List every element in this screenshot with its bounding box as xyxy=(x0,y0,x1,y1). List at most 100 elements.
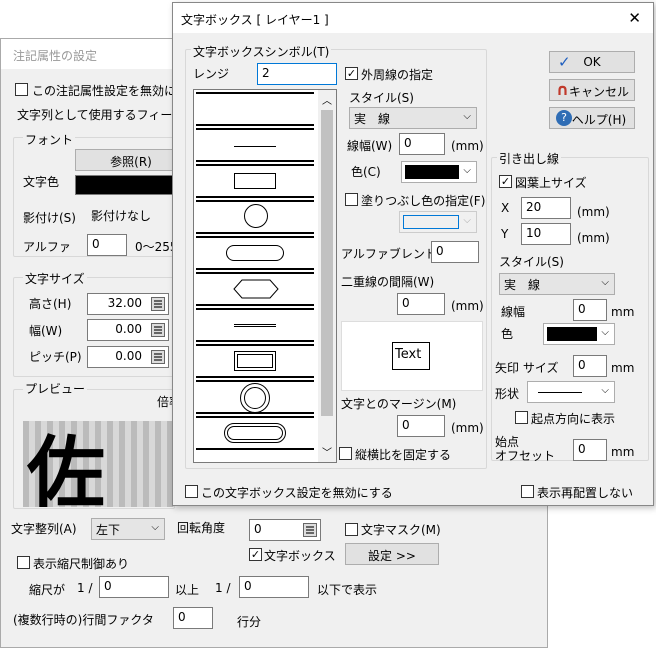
calculator-icon[interactable] xyxy=(151,297,165,311)
start-direction-checkbox[interactable] xyxy=(515,411,528,424)
alpha-blend-input[interactable]: 0 xyxy=(431,241,479,263)
symbol-item[interactable] xyxy=(196,92,314,126)
text-color-swatch[interactable] xyxy=(75,175,175,195)
align-label: 文字整列(A) xyxy=(11,522,77,536)
preview-sample: Text xyxy=(392,342,430,370)
fill-checkbox[interactable] xyxy=(345,193,358,206)
color-swatch xyxy=(403,215,459,229)
calculator-icon[interactable] xyxy=(303,523,317,537)
scale-max-input[interactable]: 0 xyxy=(239,576,309,598)
fix-ratio-label: 縦横比を固定する xyxy=(355,448,452,462)
chevron-down-icon: ⌵ xyxy=(463,215,471,226)
range-label: レンジ xyxy=(193,67,230,81)
map-size-checkbox[interactable]: ✓ xyxy=(499,175,512,188)
y-label: Y xyxy=(501,227,509,241)
outline-checkbox[interactable]: ✓ xyxy=(345,67,358,80)
symbol-list-scrollbar[interactable]: ︿ ﹀ xyxy=(318,90,336,462)
width-label: 幅(W) xyxy=(29,324,63,338)
calculator-icon[interactable] xyxy=(151,323,165,337)
symbol-item[interactable] xyxy=(196,344,314,378)
symbol-list[interactable]: ︿ ﹀ xyxy=(193,89,337,463)
chevron-down-icon: ⌵ xyxy=(601,385,609,396)
cancel-button[interactable]: ∩ キャンセル xyxy=(549,79,635,101)
align-select[interactable]: 左下 ⌵ xyxy=(91,518,165,540)
fix-ratio-checkbox[interactable] xyxy=(339,447,352,460)
disable-box-checkbox[interactable] xyxy=(185,485,198,498)
shape-label: 形状 xyxy=(495,387,520,401)
arrow-size-input[interactable]: 0 xyxy=(573,355,607,377)
leader-style-select[interactable]: 実 線 ⌵ xyxy=(499,273,615,295)
margin-label: 文字とのマージン(M) xyxy=(341,397,457,411)
x-unit: (mm) xyxy=(577,205,610,219)
scale-limit-checkbox[interactable] xyxy=(17,556,30,569)
front-title: 文字ボックス [ レイヤー1 ] xyxy=(173,3,653,33)
no-redisplay-checkbox[interactable] xyxy=(521,485,534,498)
textbox-settings-button[interactable]: 設定 >> xyxy=(345,543,439,565)
scroll-thumb[interactable] xyxy=(321,110,333,416)
double-gap-label: 二重線の間隔(W) xyxy=(341,275,435,289)
start-offset-label-2: オフセット xyxy=(495,449,556,463)
fill-label: 塗りつぶし色の指定(F) xyxy=(361,194,486,208)
text-mask-checkbox[interactable] xyxy=(345,523,358,536)
line-width-input[interactable]: 0 xyxy=(399,133,445,155)
scale-min-input[interactable]: 0 xyxy=(99,576,169,598)
line-factor-input[interactable]: 0 xyxy=(173,607,213,629)
arrow-size-unit: mm xyxy=(611,361,635,375)
scroll-down-icon[interactable]: ﹀ xyxy=(322,444,332,459)
check-icon: ✓ xyxy=(558,53,571,71)
ok-button[interactable]: ✓ OK xyxy=(549,51,635,73)
reference-button[interactable]: 参照(R) xyxy=(75,149,187,171)
chevron-down-icon: ⌵ xyxy=(463,165,471,176)
line-width-label: 線幅(W) xyxy=(347,139,393,153)
y-unit: (mm) xyxy=(577,231,610,245)
one-over-b: 1 / xyxy=(215,581,231,595)
text-box-checkbox[interactable]: ✓ xyxy=(249,548,262,561)
symbol-item[interactable] xyxy=(196,380,314,414)
double-gap-input[interactable]: 0 xyxy=(397,293,445,315)
disable-annotation-checkbox[interactable] xyxy=(15,83,28,96)
start-offset-input[interactable]: 0 xyxy=(573,439,607,461)
box-preview: Text xyxy=(341,321,483,391)
cancel-label: キャンセル xyxy=(568,85,629,99)
margin-input[interactable]: 0 xyxy=(397,415,445,437)
alpha-blend-label: アルファブレンド xyxy=(341,247,437,261)
leader-width-label: 線幅 xyxy=(501,305,526,319)
chevron-down-icon: ⌵ xyxy=(151,522,159,533)
calculator-icon[interactable] xyxy=(151,350,165,364)
arrow-size-label: 矢印 サイズ xyxy=(495,361,559,375)
symbol-item[interactable] xyxy=(196,308,314,342)
start-offset-unit: mm xyxy=(611,445,635,459)
scroll-up-icon[interactable]: ︿ xyxy=(322,92,332,107)
leader-color-select[interactable]: ⌵ xyxy=(543,323,615,345)
outline-color-select[interactable]: ⌵ xyxy=(401,161,477,183)
symbol-item[interactable] xyxy=(196,416,314,450)
line-shape-icon xyxy=(538,392,582,393)
line-factor-label: (複数行時の)行間ファクタ xyxy=(13,613,154,627)
outline-label: 外周線の指定 xyxy=(361,68,434,82)
x-input[interactable]: 20 xyxy=(521,197,571,219)
range-input[interactable]: 2 xyxy=(257,63,337,85)
alpha-input[interactable]: 0 xyxy=(87,234,127,256)
fill-color-select[interactable]: ⌵ xyxy=(399,211,477,233)
style-select[interactable]: 実 線 ⌵ xyxy=(349,107,477,129)
map-size-label: 図葉上サイズ xyxy=(515,176,587,190)
text-box-label: 文字ボックス xyxy=(264,549,336,563)
chevron-down-icon: ⌵ xyxy=(601,327,609,338)
rotate-label: 回転角度 xyxy=(177,521,226,535)
symbol-item[interactable] xyxy=(196,200,314,234)
symbol-item[interactable] xyxy=(196,272,314,306)
arrow-shape-select[interactable]: ⌵ xyxy=(527,381,615,403)
shadow-select[interactable]: 影付けなし xyxy=(87,205,177,227)
leader-style-label: スタイル(S) xyxy=(499,255,564,269)
disable-box-label: この文字ボックス設定を無効にする xyxy=(201,486,393,500)
close-icon[interactable]: ✕ xyxy=(628,9,641,27)
y-input[interactable]: 10 xyxy=(521,223,571,245)
symbol-item[interactable] xyxy=(196,128,314,162)
leader-width-input[interactable]: 0 xyxy=(573,299,607,321)
symbol-item[interactable] xyxy=(196,164,314,198)
textbox-dialog: 文字ボックス [ レイヤー1 ] ✕ 文字ボックスシンボル(T) レンジ 2 ︿… xyxy=(172,2,654,506)
undo-icon: ∩ xyxy=(556,80,569,99)
symbol-item[interactable] xyxy=(196,236,314,270)
scale-limit-label: 表示縮尺制御あり xyxy=(33,557,130,571)
help-button[interactable]: ? ヘルプ(H) xyxy=(549,107,635,129)
